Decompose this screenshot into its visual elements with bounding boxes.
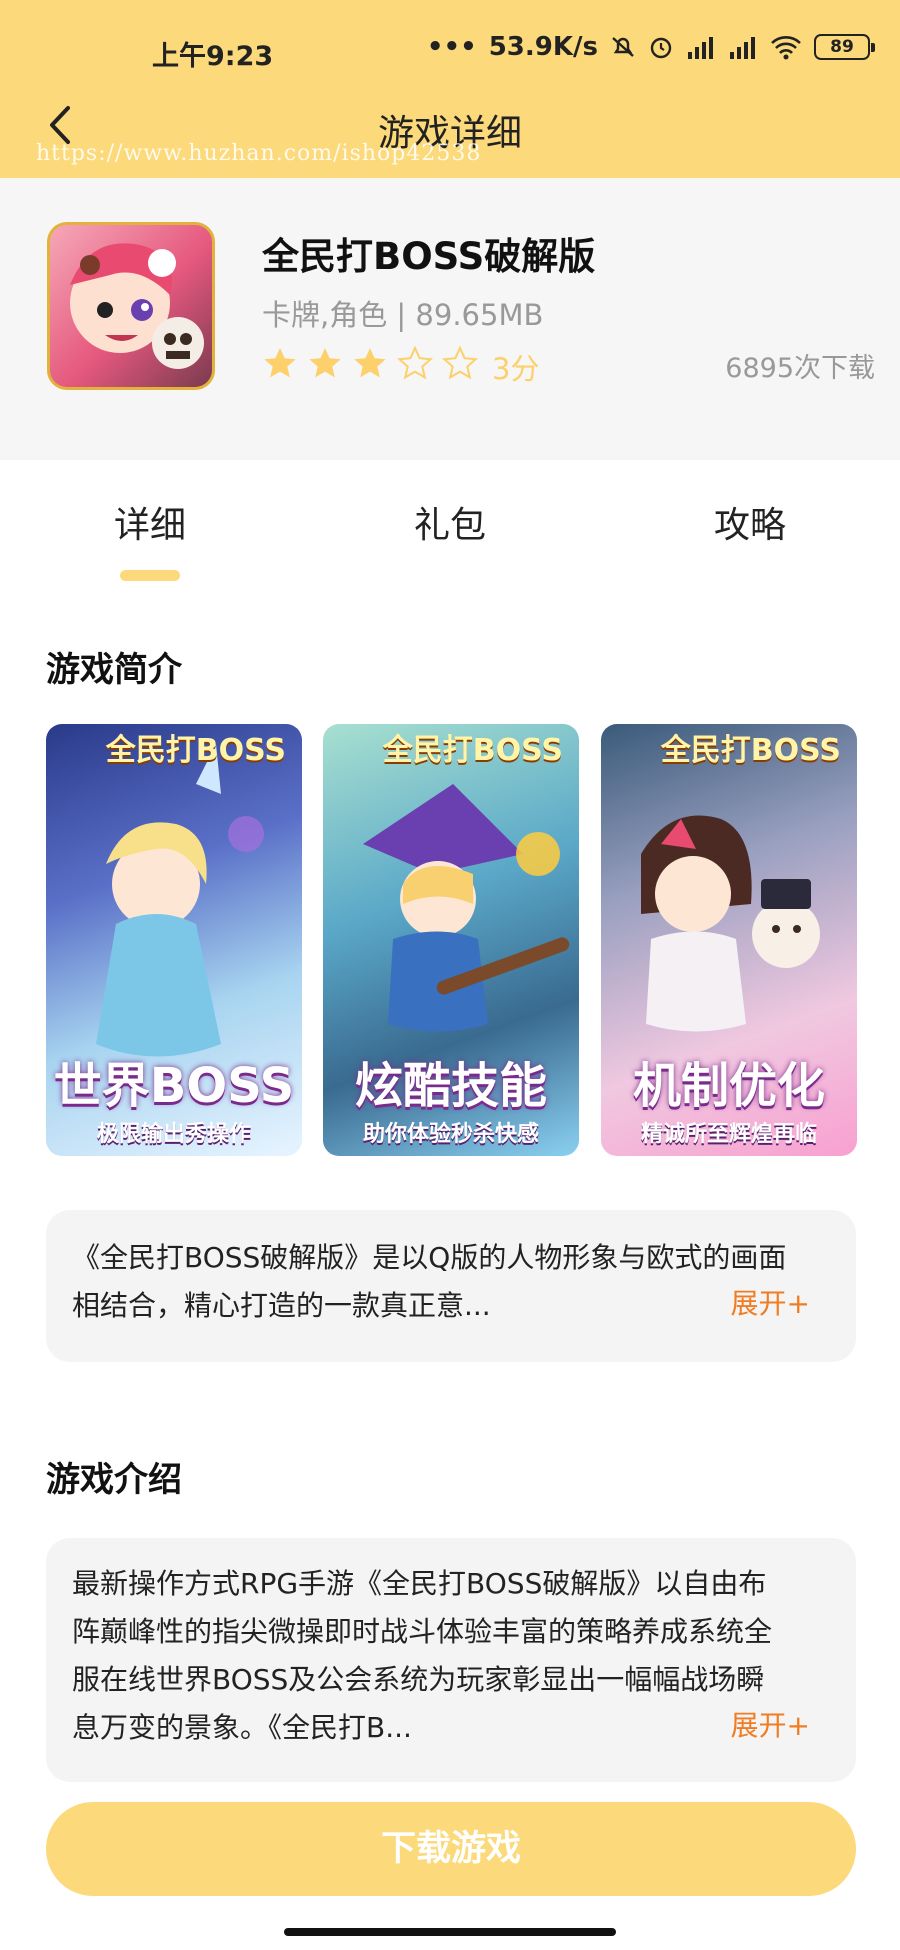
signal-icon-2 — [730, 37, 755, 59]
intro-expand-button[interactable]: 展开+ — [731, 1282, 810, 1322]
description-text-line-2: 阵巅峰性的指尖微操即时战斗体验丰富的策略养成系统全 — [72, 1615, 773, 1648]
description-card: 最新操作方式RPG手游《全民打BOSS破解版》以自由布 阵巅峰性的指尖微操即时战… — [46, 1538, 856, 1782]
download-count: 6895次下载 — [725, 353, 875, 384]
app-meta: 卡牌,角色 | 89.65MB — [262, 298, 544, 332]
screenshot-2[interactable]: 全民打BOSS 炫酷技能 助你体验秒杀快感 — [323, 724, 579, 1156]
intro-text-line-1: 《全民打BOSS破解版》是以Q版的人物形象与欧式的画面 — [72, 1241, 787, 1274]
top-header: 上午9:23 ••• 53.9K/s 89 游戏详细 https://www.h… — [0, 0, 900, 178]
app-icon-art — [70, 243, 204, 369]
rating-score: 3分 — [492, 352, 540, 386]
intro-card: 《全民打BOSS破解版》是以Q版的人物形象与欧式的画面 相结合，精心打造的一款真… — [46, 1210, 856, 1362]
star-filled-icon — [354, 348, 386, 378]
screenshot-1-logo: 全民打BOSS — [105, 733, 286, 768]
network-speed: 53.9K/s — [488, 32, 598, 62]
screenshot-1-subcaption: 极限输出秀操作 — [96, 1122, 251, 1147]
app-name: 全民打BOSS破解版 — [262, 235, 596, 278]
app-icon — [47, 222, 215, 390]
description-text-line-3: 服在线世界BOSS及公会系统为玩家彰显出一幅幅战场瞬 — [72, 1663, 765, 1696]
watermark: https://www.huzhan.com/ishop42538 — [36, 141, 482, 166]
screenshot-2-subcaption: 助你体验秒杀快感 — [362, 1122, 539, 1147]
screenshot-3-subcaption: 精诚所至辉煌再临 — [640, 1122, 817, 1147]
tab-gifts[interactable]: 礼包 — [375, 496, 525, 548]
wifi-icon — [771, 36, 801, 60]
tab-bar: 详细 礼包 攻略 — [0, 460, 900, 585]
rating-stars — [262, 346, 478, 380]
tab-active-indicator — [120, 570, 180, 581]
app-info: 全民打BOSS破解版 卡牌,角色 | 89.65MB 3分 6895次下载 — [0, 178, 900, 460]
screenshot-3[interactable]: 全民打BOSS 机制优化 精诚所至辉煌再临 — [601, 724, 857, 1156]
intro-text-line-2: 相结合，精心打造的一款真正意... — [72, 1289, 491, 1322]
screenshot-3-caption: 机制优化 — [632, 1058, 825, 1114]
description-expand-button[interactable]: 展开+ — [731, 1704, 810, 1744]
star-empty-icon — [442, 346, 478, 380]
status-indicators: ••• 53.9K/s 89 — [426, 32, 875, 62]
star-filled-icon — [309, 348, 341, 378]
download-button[interactable]: 下载游戏 — [46, 1802, 856, 1896]
star-filled-icon — [264, 348, 296, 378]
screenshot-2-caption: 炫酷技能 — [354, 1058, 547, 1114]
description-text: 最新操作方式RPG手游《全民打BOSS破解版》以自由布 阵巅峰性的指尖微操即时战… — [72, 1560, 826, 1752]
star-empty-icon — [397, 346, 433, 380]
status-time: 上午9:23 — [152, 41, 274, 72]
screenshot-2-logo: 全民打BOSS — [382, 733, 563, 768]
tab-details[interactable]: 详细 — [75, 496, 225, 548]
screenshot-3-logo: 全民打BOSS — [660, 733, 841, 768]
description-text-line-4: 息万变的景象。《全民打B... — [72, 1711, 412, 1744]
tab-guides[interactable]: 攻略 — [675, 496, 825, 548]
description-title: 游戏介绍 — [46, 1460, 182, 1500]
status-dots: ••• — [426, 32, 477, 62]
intro-text: 《全民打BOSS破解版》是以Q版的人物形象与欧式的画面 相结合，精心打造的一款真… — [72, 1234, 826, 1330]
battery-icon: 89 — [814, 34, 875, 60]
signal-icon-1 — [688, 37, 713, 59]
screenshot-1-caption: 世界BOSS — [53, 1058, 295, 1114]
intro-title: 游戏简介 — [46, 650, 182, 690]
screenshot-1[interactable]: 全民打BOSS 世界BOSS 极限输出秀操作 — [46, 724, 302, 1156]
alarm-icon — [650, 37, 672, 59]
description-text-line-1: 最新操作方式RPG手游《全民打BOSS破解版》以自由布 — [72, 1567, 767, 1600]
home-indicator — [284, 1928, 616, 1936]
mute-icon — [612, 37, 634, 57]
